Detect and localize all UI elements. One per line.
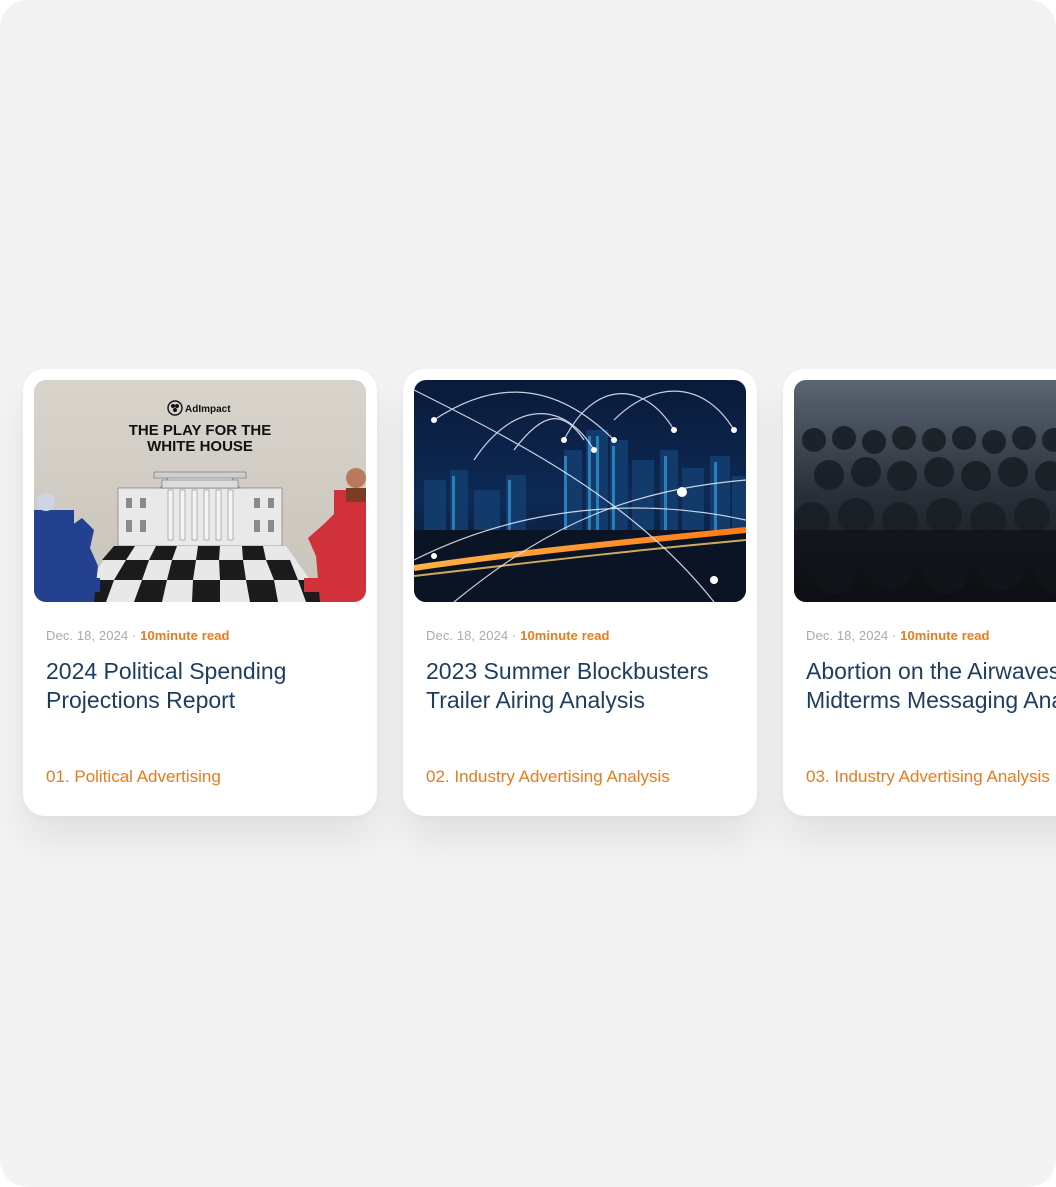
article-meta: Dec. 18, 2024 · 10minute read: [46, 628, 230, 643]
read-time: 10minute read: [520, 628, 610, 643]
article-thumbnail[interactable]: [794, 380, 1056, 602]
read-time: 10minute read: [140, 628, 230, 643]
article-title[interactable]: 2023 Summer Blockbusters Trailer Airing …: [426, 657, 746, 715]
article-category-link[interactable]: 03. Industry Advertising Analysis: [806, 767, 1050, 787]
article-thumbnail[interactable]: [414, 380, 746, 602]
read-time: 10minute read: [900, 628, 990, 643]
article-date: Dec. 18, 2024: [426, 628, 509, 643]
crowd-image: [794, 380, 1056, 602]
article-date: Dec. 18, 2024: [46, 628, 129, 643]
meta-separator: ·: [511, 628, 517, 643]
article-meta: Dec. 18, 2024 · 10minute read: [426, 628, 610, 643]
article-card[interactable]: Dec. 18, 2024 · 10minute read 2023 Summe…: [403, 369, 757, 816]
white-house-chess-image: AdImpact THE PLAY FOR THE WHITE HOUSE: [34, 380, 366, 602]
meta-separator: ·: [891, 628, 897, 643]
article-title[interactable]: 2024 Political Spending Projections Repo…: [46, 657, 366, 715]
article-category-link[interactable]: 02. Industry Advertising Analysis: [426, 767, 670, 787]
page-background: AdImpact THE PLAY FOR THE WHITE HOUSE De…: [0, 0, 1056, 1187]
svg-text:THE PLAY FOR THE: THE PLAY FOR THE: [129, 422, 272, 439]
svg-text:WHITE HOUSE: WHITE HOUSE: [147, 438, 253, 455]
article-title[interactable]: Abortion on the Airwaves: 2022 Midterms …: [806, 657, 1056, 715]
meta-separator: ·: [131, 628, 137, 643]
article-date: Dec. 18, 2024: [806, 628, 889, 643]
article-card[interactable]: Dec. 18, 2024 · 10minute read Abortion o…: [783, 369, 1056, 816]
city-network-image: [414, 380, 746, 602]
article-card[interactable]: AdImpact THE PLAY FOR THE WHITE HOUSE De…: [23, 369, 377, 816]
article-carousel[interactable]: AdImpact THE PLAY FOR THE WHITE HOUSE De…: [23, 369, 1056, 816]
article-thumbnail[interactable]: AdImpact THE PLAY FOR THE WHITE HOUSE: [34, 380, 366, 602]
svg-text:AdImpact: AdImpact: [185, 404, 231, 415]
article-meta: Dec. 18, 2024 · 10minute read: [806, 628, 990, 643]
article-category-link[interactable]: 01. Political Advertising: [46, 767, 221, 787]
